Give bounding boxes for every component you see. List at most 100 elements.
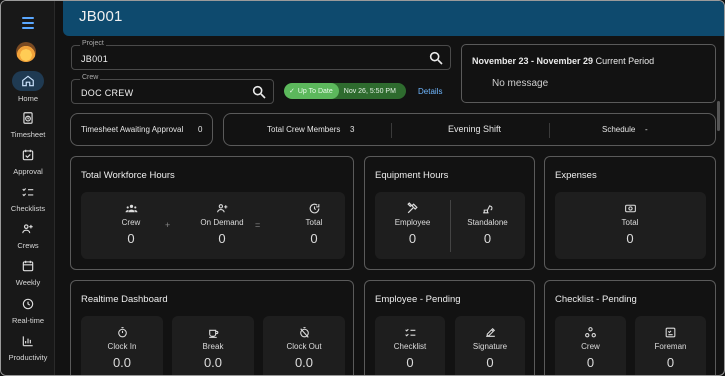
stat-value: 0 <box>486 355 494 370</box>
employee-pending-card[interactable]: Employee - Pending Checklist 0 Signature… <box>364 280 535 375</box>
checklist-pending-card[interactable]: Checklist - Pending Crew 0 Foreman 0 <box>544 280 716 375</box>
stat-value: 0.0 <box>294 355 314 370</box>
equals-operator: = <box>255 220 261 230</box>
stat-label: Crew <box>581 342 600 351</box>
crew-field-label: Crew <box>80 74 101 81</box>
card-title: Realtime Dashboard <box>81 294 168 305</box>
sync-status-badge: ✓ Up To Date Nov 26, 5:50 PM <box>284 83 406 99</box>
divider <box>391 123 392 138</box>
stat-label: Employee <box>394 218 431 227</box>
stat-value: 0 <box>483 231 492 246</box>
stat-value: 0 <box>310 231 318 246</box>
avatar[interactable] <box>16 42 36 62</box>
total-hours-stat: Total 0 <box>284 202 344 246</box>
equipment-stats: Employee 0 Standalone 0 <box>375 192 525 259</box>
realtime-icon <box>13 295 43 313</box>
sidebar-item-label: Timesheet <box>10 130 46 139</box>
card-title: Total Workforce Hours <box>81 170 175 181</box>
calendar-icon <box>13 257 43 275</box>
home-icon <box>12 71 44 91</box>
group-icon <box>585 327 596 338</box>
sidebar-item-label: Checklists <box>10 204 46 213</box>
awaiting-label: Timesheet Awaiting Approval <box>81 125 184 134</box>
clockin-tile: Clock In 0.0 <box>81 316 163 375</box>
project-field-label: Project <box>80 40 106 47</box>
plus-operator: + <box>165 220 171 230</box>
details-link[interactable]: Details <box>418 87 442 96</box>
stat-value: 0 <box>218 231 226 246</box>
page-title: JB001 <box>79 8 123 25</box>
stat-label: Signature <box>472 342 508 351</box>
project-field-value: JB001 <box>81 54 109 64</box>
add-person-icon <box>216 204 227 213</box>
members-label: Total Crew Members <box>267 125 341 134</box>
stat-label: On Demand <box>200 218 244 227</box>
excavator-icon <box>483 205 493 214</box>
period-title: November 23 - November 29 Current Period <box>472 56 654 66</box>
sidebar-item-crews[interactable]: Crews <box>1 220 55 250</box>
sidebar-item-home[interactable]: Home <box>1 71 55 103</box>
crew-summary-box: Total Crew Members 3 Evening Shift Sched… <box>223 113 716 146</box>
refresh-icon <box>309 203 319 214</box>
scrollbar[interactable] <box>717 101 720 131</box>
awaiting-value: 0 <box>198 125 203 134</box>
card-title: Equipment Hours <box>375 170 449 181</box>
timer-off-icon <box>299 327 309 338</box>
workforce-stats: Crew 0 + On Demand 0 = Total 0 <box>81 192 345 259</box>
stat-label: Standalone <box>467 218 508 227</box>
checklist-icon <box>404 328 415 337</box>
stopwatch-icon <box>117 327 127 338</box>
search-icon[interactable] <box>251 84 267 100</box>
foreman-checklist-stat: Foreman 0 <box>635 326 706 370</box>
sidebar-item-timesheet[interactable]: Timesheet <box>1 109 55 139</box>
foreman-checklist-tile: Foreman 0 <box>635 316 706 375</box>
employee-checklist-stat: Checklist 0 <box>375 326 445 370</box>
sidebar-item-weekly[interactable]: Weekly <box>1 257 55 287</box>
project-field[interactable]: Project JB001 <box>71 40 451 70</box>
crew-checklist-stat: Crew 0 <box>555 326 626 370</box>
employee-equipment-stat: Employee 0 <box>380 202 445 246</box>
clockout-tile: Clock Out 0.0 <box>263 316 345 375</box>
stat-value: 0 <box>408 231 417 246</box>
clockin-stat: Clock In 0.0 <box>81 326 163 370</box>
signature-icon <box>485 327 495 337</box>
period-panel: November 23 - November 29 Current Period… <box>461 44 716 103</box>
sidebar-item-approval[interactable]: Approval <box>1 146 55 176</box>
checklist-pending-tile: Checklist 0 <box>375 316 445 375</box>
stat-label: Break <box>202 342 224 351</box>
search-icon[interactable] <box>428 50 444 66</box>
expenses-card[interactable]: Expenses Total 0 <box>544 156 716 270</box>
sidebar-item-productivity[interactable]: Productivity <box>1 332 55 362</box>
realtime-dashboard-card[interactable]: Realtime Dashboard Clock In 0.0 Break 0.… <box>70 280 354 375</box>
sidebar-item-label: Home <box>17 94 38 103</box>
employee-signature-stat: Signature 0 <box>455 326 525 370</box>
members-value: 3 <box>350 125 355 134</box>
crew-field[interactable]: Crew DOC CREW <box>71 74 274 104</box>
sidebar-item-checklists[interactable]: Checklists <box>1 183 55 213</box>
divider <box>450 200 451 252</box>
schedule-value: - <box>645 125 648 134</box>
period-message: No message <box>492 78 549 89</box>
period-range: November 23 - November 29 <box>472 56 594 66</box>
timesheet-awaiting-box[interactable]: Timesheet Awaiting Approval 0 <box>70 113 213 146</box>
stat-label: Clock In <box>107 342 137 351</box>
workforce-hours-card[interactable]: Total Workforce Hours Crew 0 + On Demand… <box>70 156 354 270</box>
sidebar-item-realtime[interactable]: Real-time <box>1 295 55 325</box>
sidebar-item-label: Approval <box>13 167 43 176</box>
standalone-equipment-stat: Standalone 0 <box>455 202 520 246</box>
stat-value: 0 <box>666 355 675 370</box>
crew-checklist-tile: Crew 0 <box>555 316 626 375</box>
equipment-hours-card[interactable]: Equipment Hours Employee 0 Standalone 0 <box>364 156 535 270</box>
schedule-label: Schedule <box>602 125 636 134</box>
card-title: Employee - Pending <box>375 294 461 305</box>
crews-icon <box>13 220 43 238</box>
stat-label: Total <box>621 218 639 227</box>
menu-icon[interactable] <box>16 13 40 33</box>
clockout-stat: Clock Out 0.0 <box>263 326 345 370</box>
sidebar-item-label: Real-time <box>11 316 45 325</box>
coffee-icon <box>208 329 218 338</box>
status-state-label: Up To Date <box>297 87 333 95</box>
card-title: Expenses <box>555 170 597 181</box>
sidebar-item-label: Productivity <box>8 353 48 362</box>
check-icon: ✓ <box>289 88 295 95</box>
